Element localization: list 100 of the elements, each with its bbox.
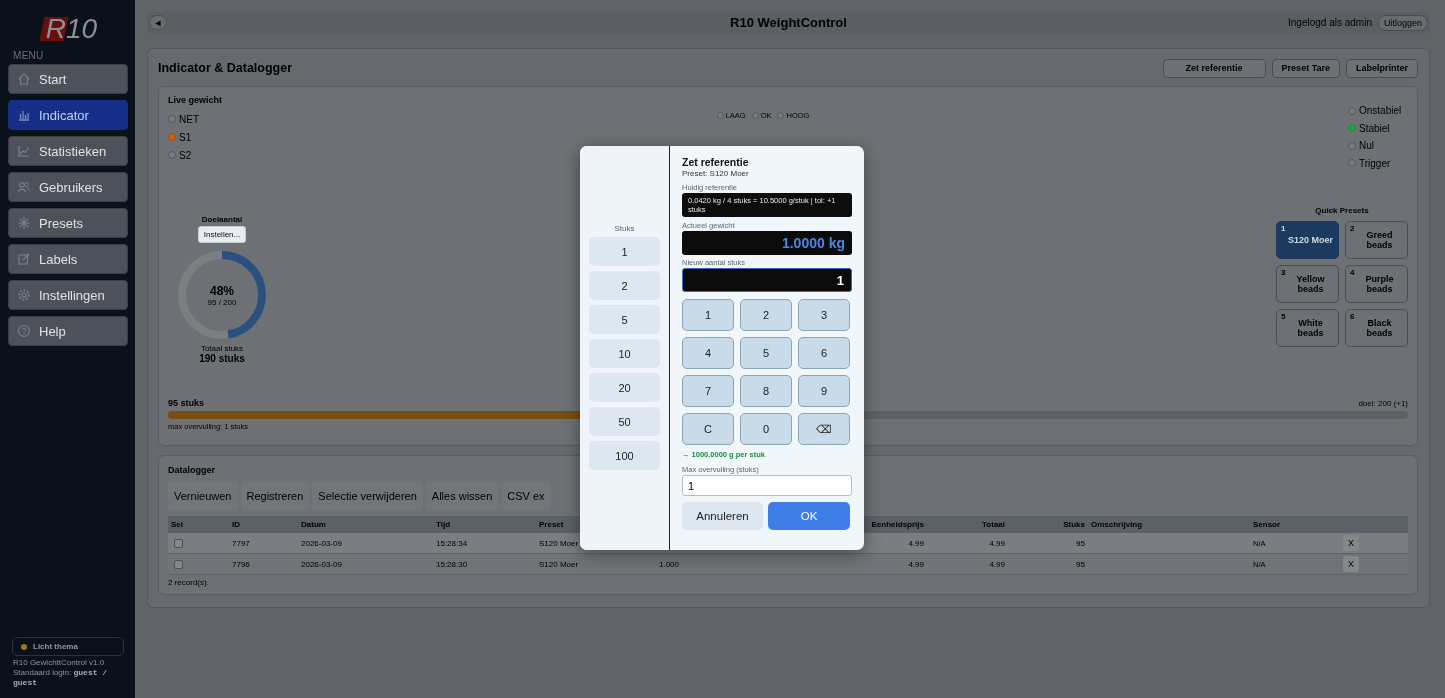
goal-text: doel: 200 (+1) bbox=[1358, 399, 1408, 408]
keypad-key[interactable]: 4 bbox=[682, 337, 734, 369]
table-cell: 15:28:34 bbox=[436, 538, 468, 548]
ok-button[interactable]: OK bbox=[768, 502, 850, 530]
count-button[interactable]: 50 bbox=[589, 407, 660, 436]
logout-button[interactable]: Uitloggen bbox=[1377, 14, 1428, 31]
gear-icon bbox=[17, 288, 31, 302]
keypad-key[interactable]: 7 bbox=[682, 375, 734, 407]
preset-tile[interactable]: 1 S120 Moer bbox=[1276, 221, 1339, 259]
theme-toggle[interactable]: Licht thema bbox=[12, 637, 124, 656]
table-cell: 4.99 bbox=[989, 538, 1005, 548]
keypad-key[interactable]: C bbox=[682, 413, 734, 445]
column-header: Sel bbox=[171, 519, 183, 529]
keypad-key[interactable]: 1 bbox=[682, 299, 734, 331]
nav-item[interactable]: Statistieken bbox=[8, 136, 128, 166]
page-title: Indicator & Datalogger bbox=[158, 61, 294, 75]
quick-presets-title: Quick Presets bbox=[1315, 206, 1369, 215]
datalogger-button[interactable]: Alles wissen bbox=[425, 481, 499, 511]
keypad-key[interactable]: 8 bbox=[740, 375, 792, 407]
section-title: Datalogger bbox=[168, 465, 215, 475]
count-button[interactable]: 1 bbox=[589, 237, 660, 266]
toolbar-button[interactable]: Labelprinter bbox=[1346, 58, 1418, 78]
preset-tile[interactable]: 3 Yellow beads bbox=[1276, 265, 1339, 303]
count-button[interactable]: 100 bbox=[589, 441, 660, 470]
toolbar-button[interactable]: Zet referentie bbox=[1162, 58, 1266, 78]
total-label: Totaal stuks bbox=[200, 344, 244, 353]
row-checkbox[interactable] bbox=[174, 559, 183, 569]
delete-button[interactable]: X bbox=[1343, 556, 1359, 572]
datalogger-button[interactable]: Selectie verwijderen bbox=[312, 481, 423, 511]
nav-item[interactable]: Labels bbox=[8, 244, 128, 274]
datalogger-button[interactable]: CSV ex bbox=[501, 481, 551, 511]
source-radio[interactable]: S1 bbox=[168, 128, 278, 146]
overfill-field[interactable]: 1 bbox=[682, 475, 852, 496]
table-cell: 4.99 bbox=[989, 559, 1005, 569]
preset-tile[interactable]: 2 Greed beads bbox=[1345, 221, 1408, 259]
column-header: Totaal bbox=[982, 519, 1005, 529]
nav-item[interactable]: Start bbox=[8, 64, 128, 94]
set-target-button[interactable]: Instellen... bbox=[197, 226, 247, 243]
column-header: Eenheidsprijs bbox=[871, 519, 924, 529]
table-cell: 95 bbox=[1076, 559, 1085, 569]
status-indicator: Trigger bbox=[1348, 154, 1408, 172]
table-cell: 2026-03-09 bbox=[301, 559, 342, 569]
count-button[interactable]: 20 bbox=[589, 373, 660, 402]
source-radio[interactable]: S2 bbox=[168, 146, 278, 164]
column-header: Sensor bbox=[1253, 519, 1281, 529]
table-cell: 15:28:30 bbox=[436, 559, 468, 569]
menu-heading: MENU bbox=[13, 50, 45, 61]
record-count: 2 record(s). bbox=[168, 578, 209, 587]
count-label: Stuks bbox=[614, 224, 635, 233]
keypad-key[interactable]: ⌫ bbox=[798, 413, 850, 445]
table-cell: 7796 bbox=[232, 559, 250, 569]
cancel-button[interactable]: Annuleren bbox=[682, 502, 763, 530]
keypad-key[interactable]: 0 bbox=[740, 413, 792, 445]
keypad-key[interactable]: 3 bbox=[798, 299, 850, 331]
nav-item[interactable]: Presets bbox=[8, 208, 128, 238]
column-header: Datum bbox=[301, 519, 326, 529]
count-button[interactable]: 2 bbox=[589, 271, 660, 300]
nav-item[interactable]: Help bbox=[8, 316, 128, 346]
section-title: Live gewicht bbox=[168, 95, 223, 105]
fraction-text: 95 / 200 bbox=[207, 297, 237, 307]
preset-tile[interactable]: 4 Purple beads bbox=[1345, 265, 1408, 303]
datalogger-button[interactable]: Vernieuwen bbox=[168, 481, 238, 511]
nav-item[interactable]: Indicator bbox=[8, 100, 128, 130]
row-checkbox[interactable] bbox=[174, 538, 183, 548]
app-title: R10 WeightControl bbox=[730, 15, 847, 30]
home-icon bbox=[17, 72, 31, 86]
delete-button[interactable]: X bbox=[1343, 535, 1359, 551]
column-header: ID bbox=[232, 519, 240, 529]
table-cell: 1.000 bbox=[659, 559, 680, 569]
user-label: Ingelogd als admin bbox=[1288, 17, 1372, 28]
count-field[interactable]: 1 bbox=[682, 268, 852, 292]
column-header: Tijd bbox=[436, 519, 451, 529]
line-chart-icon bbox=[17, 144, 31, 158]
table-cell: 7797 bbox=[232, 538, 250, 548]
toolbar-button[interactable]: Preset Tare bbox=[1271, 58, 1340, 78]
dialog-title: Zet referentie bbox=[682, 156, 750, 168]
keypad-key[interactable]: 2 bbox=[740, 299, 792, 331]
table-cell: 95 bbox=[1076, 538, 1085, 548]
keypad-key[interactable]: 6 bbox=[798, 337, 850, 369]
preset-tile[interactable]: 6 Black beads bbox=[1345, 309, 1408, 347]
status-indicator: Onstabiel bbox=[1348, 102, 1408, 120]
edit-icon bbox=[17, 252, 31, 266]
preset-tile[interactable]: 5 White beads bbox=[1276, 309, 1339, 347]
percent-text: 48% bbox=[210, 283, 234, 298]
target-label: Doelaantal bbox=[201, 215, 243, 224]
column-header: Preset bbox=[539, 519, 564, 529]
table-cell: 2026-03-09 bbox=[301, 538, 342, 548]
source-radio[interactable]: NET bbox=[168, 110, 278, 128]
keypad-key[interactable]: 9 bbox=[798, 375, 850, 407]
count-button[interactable]: 5 bbox=[589, 305, 660, 334]
keypad-key[interactable]: 5 bbox=[740, 337, 792, 369]
column-header: Stuks bbox=[1063, 519, 1085, 529]
back-button[interactable]: ◄ bbox=[149, 15, 167, 30]
column-header: Omschrijving bbox=[1091, 519, 1143, 529]
datalogger-button[interactable]: Registreren bbox=[240, 481, 310, 511]
sun-icon bbox=[21, 643, 27, 650]
count-button[interactable]: 10 bbox=[589, 339, 660, 368]
nav-item[interactable]: Gebruikers bbox=[8, 172, 128, 202]
nav-item[interactable]: Instellingen bbox=[8, 280, 128, 310]
version-text: R10 GewichttControl v1.0 bbox=[13, 658, 106, 668]
